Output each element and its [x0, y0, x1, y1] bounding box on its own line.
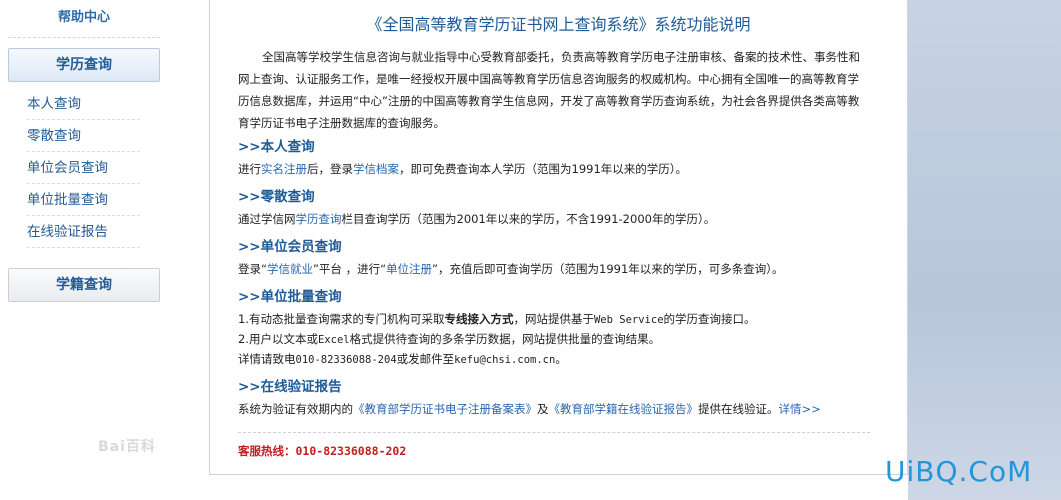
text: 或发邮件至: [396, 352, 455, 366]
sidebar-link-list: 本人查询 零散查询 单位会员查询 单位批量查询 在线验证报告: [27, 88, 140, 248]
baidu-watermark: Bai百科: [98, 439, 156, 455]
text-mono: Web Service: [593, 314, 664, 326]
student-status-query-button[interactable]: 学籍查询: [8, 268, 160, 302]
text: 及: [537, 402, 549, 416]
text-mono: Excel: [317, 334, 350, 346]
text: 1.有动态批量查询需求的专门机构可采取: [238, 312, 445, 326]
text: ”，充值后即可查询学历（范围为1991年以来的学历，可多条查询）。: [432, 262, 784, 276]
text: 系统为验证有效期内的: [238, 402, 353, 416]
sidebar: 帮助中心 学历查询 本人查询 零散查询 单位会员查询 单位批量查询 在线验证报告…: [0, 0, 168, 500]
intro-paragraph: 全国高等学校学生信息咨询与就业指导中心受教育部委托，负责高等教育学历电子注册审核…: [238, 50, 860, 130]
section-heading-batch: >>单位批量查询: [238, 289, 342, 305]
section-heading-member: >>单位会员查询: [238, 239, 342, 255]
text: 登录“: [238, 262, 267, 276]
sidebar-item-online-verify[interactable]: 在线验证报告: [27, 216, 140, 248]
text: 2.用户以文本或: [238, 332, 318, 346]
education-query-link[interactable]: 学历查询: [296, 212, 342, 226]
contact-email: kefu@chsi.com.cn: [454, 354, 556, 366]
sidebar-item-scattered-query[interactable]: 零散查询: [27, 120, 140, 152]
help-center-title: 帮助中心: [8, 0, 160, 38]
verification-report-link[interactable]: 《教育部学籍在线验证报告》: [549, 402, 699, 416]
hotline-label: 客服热线：: [238, 444, 296, 458]
education-query-button[interactable]: 学历查询: [8, 48, 160, 82]
text: 后，登录: [307, 162, 353, 176]
text: 。: [555, 352, 567, 366]
text: 格式提供待查询的多条学历数据，网站提供批量的查询结果。: [349, 332, 661, 346]
section-text-personal: 进行实名注册后，登录学信档案，即可免费查询本人学历（范围为1991年以来的学历）…: [238, 161, 687, 177]
details-link[interactable]: 详情>>: [779, 402, 821, 416]
right-background-band: [908, 0, 1061, 500]
text: ”平台 ，进行“: [312, 262, 387, 276]
unit-register-link[interactable]: 单位注册: [386, 262, 432, 276]
customer-hotline: 客服热线：010-82336088-202: [238, 443, 406, 459]
text: 的学历查询接口。: [663, 312, 756, 326]
divider: [238, 432, 870, 433]
section-text-batch-1: 1.有动态批量查询需求的专门机构可采取专线接入方式，网站提供基于Web Serv…: [238, 311, 756, 327]
sidebar-item-batch-query[interactable]: 单位批量查询: [27, 184, 140, 216]
section-heading-scattered: >>零散查询: [238, 189, 315, 205]
text: 进行: [238, 162, 261, 176]
sidebar-item-personal-query[interactable]: 本人查询: [27, 88, 140, 120]
section-text-scattered: 通过学信网学历查询栏目查询学历（范围为2001年以来的学历，不含1991-200…: [238, 211, 715, 227]
text: 栏目查询学历（范围为2001年以来的学历，不含1991-2000年的学历）。: [341, 212, 716, 226]
text: 通过学信网: [238, 212, 296, 226]
section-heading-verify: >>在线验证报告: [238, 379, 342, 395]
section-text-verify: 系统为验证有效期内的《教育部学历证书电子注册备案表》及《教育部学籍在线验证报告》…: [238, 401, 821, 417]
page-title: 《全国高等教育学历证书网上查询系统》系统功能说明: [366, 15, 751, 34]
contact-phone: 010-82336088-204: [295, 354, 397, 366]
real-name-register-link[interactable]: 实名注册: [261, 162, 307, 176]
text: 提供在线验证。: [698, 402, 779, 416]
sidebar-item-member-query[interactable]: 单位会员查询: [27, 152, 140, 184]
registration-form-link[interactable]: 《教育部学历证书电子注册备案表》: [353, 402, 537, 416]
section-text-batch-2: 2.用户以文本或Excel格式提供待查询的多条学历数据，网站提供批量的查询结果。: [238, 331, 660, 347]
text-bold: 专线接入方式: [444, 312, 514, 326]
section-text-member: 登录“学信就业”平台 ，进行“单位注册”，充值后即可查询学历（范围为1991年以…: [238, 261, 784, 277]
section-heading-personal: >>本人查询: [238, 139, 315, 155]
hotline-number: 010-82336088-202: [295, 444, 407, 458]
xuexin-jobs-link[interactable]: 学信就业: [267, 262, 313, 276]
uibq-watermark: UiBQ.CoM: [885, 455, 1033, 488]
text: ，网站提供基于: [513, 312, 594, 326]
xuexin-archive-link[interactable]: 学信档案: [353, 162, 399, 176]
text: 详情请致电: [238, 352, 296, 366]
main-content-panel: 《全国高等教育学历证书网上查询系统》系统功能说明 全国高等学校学生信息咨询与就业…: [209, 0, 908, 475]
text: ，即可免费查询本人学历（范围为1991年以来的学历）。: [399, 162, 688, 176]
section-text-batch-3: 详情请致电010-82336088-204或发邮件至kefu@chsi.com.…: [238, 351, 567, 367]
